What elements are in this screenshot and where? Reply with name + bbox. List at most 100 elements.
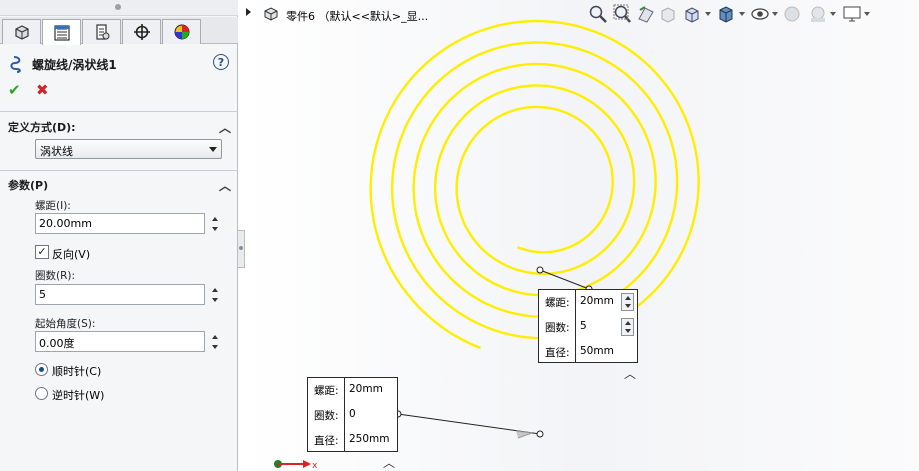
revolutions-stepper[interactable]: 5 (35, 284, 222, 305)
clockwise-label: 顺时针(C) (52, 365, 102, 378)
part-name: 零件6 （默认<<默认>_显... (286, 10, 429, 23)
revolutions-label: 圈数(R): (35, 270, 76, 282)
property-manager-icon (53, 24, 70, 41)
divider (0, 111, 238, 112)
spin-up-icon[interactable] (209, 285, 220, 294)
reverse-label: 反向(V) (52, 248, 91, 261)
property-manager-tab[interactable] (42, 19, 81, 45)
configuration-manager-icon (95, 24, 109, 40)
callout-revolutions-spinner[interactable] (621, 318, 634, 336)
callout-diameter-row: 直径: 50mm (539, 340, 637, 364)
params-group-header[interactable]: 参数(P) ︿ (8, 177, 233, 193)
ok-button[interactable]: ✔ (8, 82, 24, 98)
callout-collapse-chevron-icon[interactable]: ︿ (383, 454, 395, 471)
display-manager-icon (174, 24, 189, 40)
svg-text:x: x (312, 461, 318, 471)
spin-down-icon[interactable] (209, 342, 220, 351)
dimxpert-manager-tab[interactable] (122, 19, 161, 44)
inner-dimension-callout: 螺距: 20mm 圈数: 5 直径: 50mm (538, 289, 638, 363)
chevron-down-icon[interactable] (864, 12, 870, 16)
define-method-select[interactable]: 涡状线 (35, 139, 222, 159)
graphics-area[interactable]: 零件6 （默认<<默认>_显... 螺距: 20mm 圈数: 5 直径: 50m… (246, 0, 919, 471)
heads-up-toolbar (586, 2, 919, 26)
callout-revolutions-row: 圈数: 5 (539, 315, 637, 339)
callout-revolutions-row: 圈数: 0 (308, 403, 397, 427)
spiral-end-point[interactable] (536, 430, 544, 438)
callout-pitch-label: 螺距: (545, 297, 570, 309)
counterclockwise-radio[interactable] (35, 387, 48, 400)
manager-tabs (0, 17, 238, 45)
callout-diameter-label: 直径: (314, 435, 339, 447)
edit-appearance-icon[interactable] (782, 4, 802, 24)
crosshair-icon (133, 24, 150, 40)
section-view-icon[interactable] (658, 4, 678, 24)
callout-revolutions-value[interactable]: 0 (349, 408, 356, 420)
spin-down-icon[interactable] (209, 224, 220, 233)
divider (0, 170, 238, 171)
pitch-stepper[interactable]: 20.00mm (35, 213, 222, 234)
cancel-button[interactable]: ✖ (36, 82, 52, 98)
callout-revolutions-label: 圈数: (314, 410, 339, 422)
callout-diameter-value[interactable]: 250mm (349, 433, 390, 445)
callout-diameter-label: 直径: (545, 347, 570, 359)
revolutions-input[interactable]: 5 (35, 284, 205, 305)
help-button[interactable]: ? (213, 54, 229, 70)
chevron-down-icon[interactable] (705, 12, 711, 16)
reverse-checkbox[interactable]: ✓ (35, 245, 49, 259)
dropdown-arrow-icon (209, 147, 217, 152)
collapse-chevron-icon[interactable]: ︿ (219, 177, 231, 194)
spin-down-icon[interactable] (209, 295, 220, 304)
callout-revolutions-value[interactable]: 5 (580, 320, 587, 332)
params-group-title: 参数(P) (8, 179, 49, 192)
display-manager-tab[interactable] (162, 19, 201, 44)
callout-pitch-row: 螺距: 20mm (539, 290, 637, 314)
zoom-to-fit-icon[interactable] (588, 4, 608, 24)
outer-dimension-callout: 螺距: 20mm 圈数: 0 直径: 250mm (307, 377, 398, 452)
clockwise-radio[interactable] (35, 363, 48, 376)
start-angle-label: 起始角度(S): (35, 318, 96, 330)
spiral-curve (369, 19, 700, 350)
define-method-value: 涡状线 (40, 145, 73, 158)
start-angle-stepper[interactable]: 0.00度 (35, 331, 222, 352)
define-group-header[interactable]: 定义方式(D): ︿ (8, 119, 233, 135)
hide-show-items-icon[interactable] (750, 4, 770, 24)
feature-title-text: 螺旋线/涡状线1 (32, 58, 117, 72)
chevron-down-icon[interactable] (739, 12, 745, 16)
view-settings-icon[interactable] (842, 4, 862, 24)
chevron-down-icon[interactable] (772, 12, 778, 16)
feature-manager-icon (14, 25, 29, 40)
collapse-chevron-icon[interactable]: ︿ (219, 119, 231, 136)
define-group-title: 定义方式(D): (8, 121, 76, 134)
zoom-to-area-icon[interactable] (612, 4, 632, 24)
feature-manager-tab[interactable] (2, 19, 41, 44)
leader-line (539, 269, 590, 290)
previous-view-icon[interactable] (636, 4, 656, 24)
counterclockwise-label: 逆时针(W) (52, 389, 105, 402)
helix-spiral-icon (10, 56, 21, 73)
callout-pitch-value[interactable]: 20mm (580, 295, 614, 307)
callout-revolutions-label: 圈数: (545, 322, 570, 334)
callout-diameter-row: 直径: 250mm (308, 428, 397, 452)
callout-pitch-label: 螺距: (314, 385, 339, 397)
callout-pitch-row: 螺距: 20mm (308, 378, 397, 402)
spin-up-icon[interactable] (209, 332, 220, 341)
apply-scene-icon[interactable] (808, 4, 828, 24)
configuration-manager-tab[interactable] (82, 19, 121, 44)
pitch-input[interactable]: 20.00mm (35, 213, 205, 234)
expand-arrow-icon[interactable] (246, 8, 251, 16)
callout-pitch-spinner[interactable] (621, 293, 634, 311)
panel-grip[interactable] (0, 0, 238, 16)
spiral-start-point[interactable] (536, 266, 544, 274)
pitch-label: 螺距(I): (35, 200, 71, 212)
reference-triad-icon: x (274, 460, 318, 471)
start-angle-input[interactable]: 0.00度 (35, 331, 205, 352)
callout-pitch-value[interactable]: 20mm (349, 383, 383, 395)
callout-diameter-value[interactable]: 50mm (580, 345, 614, 357)
property-manager-panel: 螺旋线/涡状线1 ? ✔ ✖ 定义方式(D): ︿ 涡状线 参数(P) ︿ 螺距… (0, 0, 238, 471)
callout-collapse-chevron-icon[interactable]: ︿ (624, 365, 636, 382)
spin-up-icon[interactable] (209, 214, 220, 223)
display-style-icon[interactable] (716, 4, 736, 24)
chevron-down-icon[interactable] (830, 12, 836, 16)
view-orientation-icon[interactable] (682, 4, 702, 24)
panel-collapse-handle[interactable] (238, 230, 245, 268)
